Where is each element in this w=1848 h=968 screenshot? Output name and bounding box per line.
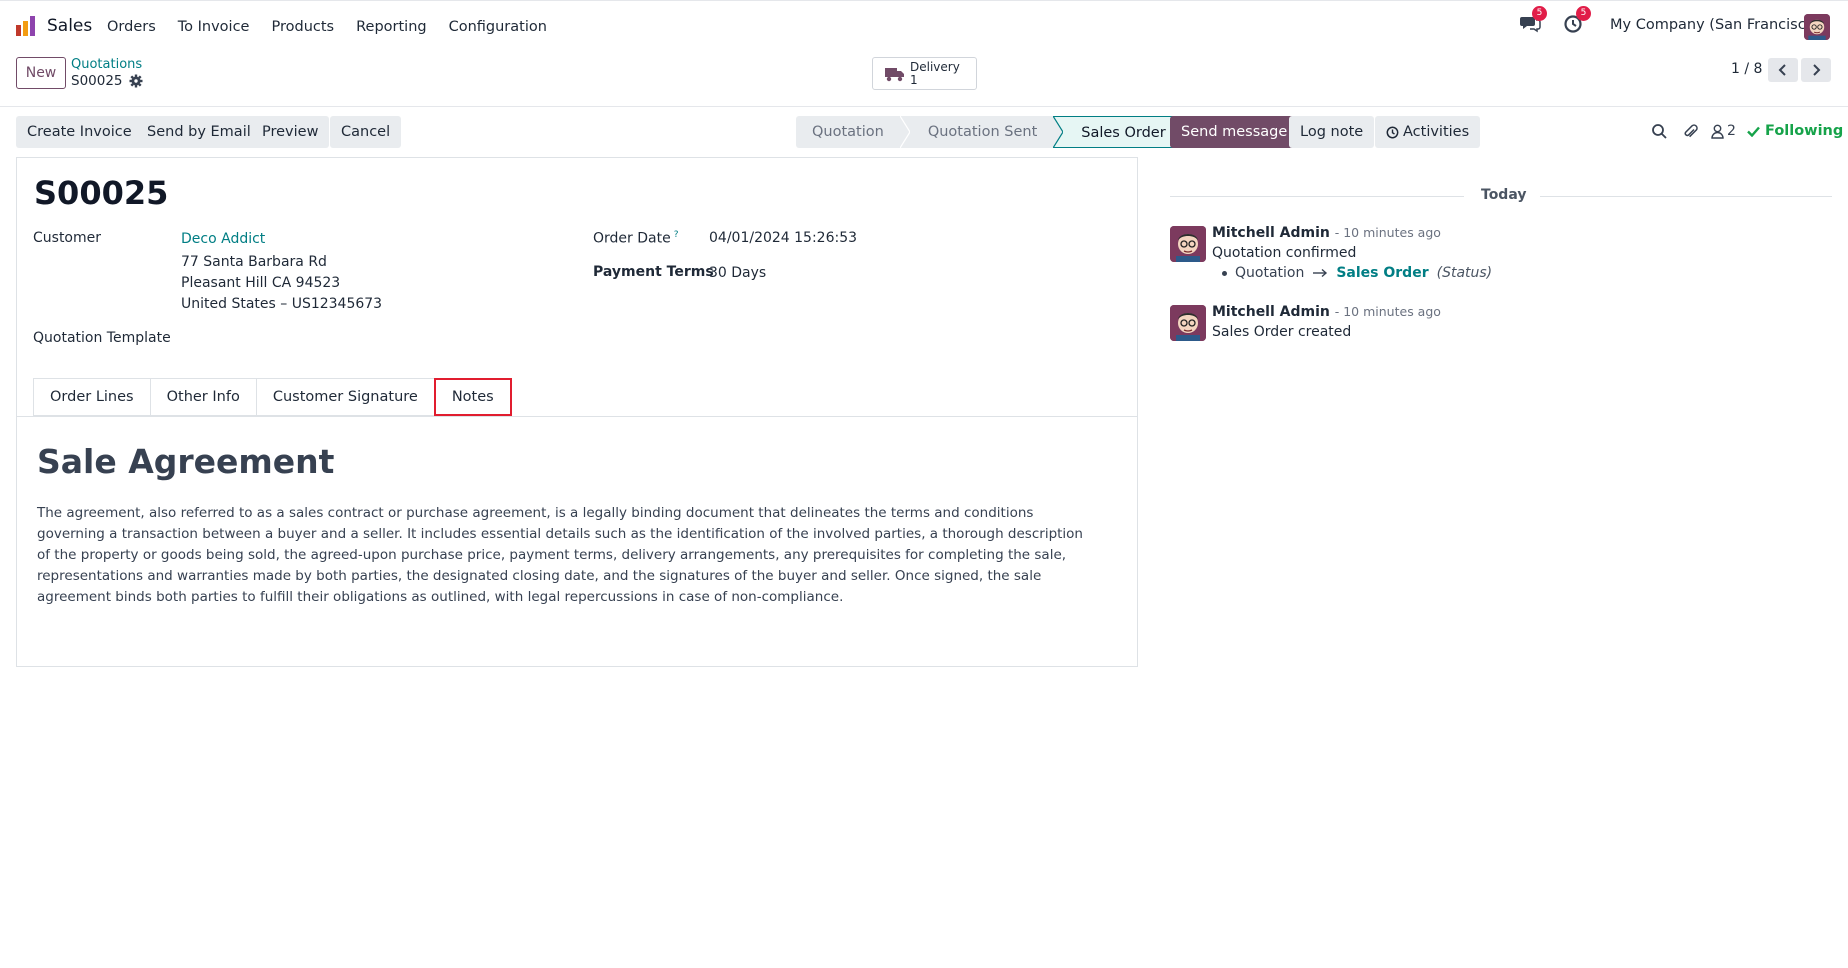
menu-item-configuration[interactable]: Configuration <box>449 19 547 35</box>
menu-item-reporting[interactable]: Reporting <box>356 19 427 35</box>
tracking-new-value: Sales Order <box>1336 265 1429 281</box>
delivery-count: 1 <box>910 73 918 87</box>
arrow-right-icon <box>1313 268 1328 278</box>
following-button[interactable]: Following <box>1747 123 1843 139</box>
pager-previous-button[interactable] <box>1768 58 1798 82</box>
create-invoice-button[interactable]: Create Invoice <box>16 116 143 148</box>
tracking-value: Quotation Sales Order (Status) <box>1222 265 1492 281</box>
date-separator-line-left <box>1170 196 1464 197</box>
customer-label: Customer <box>33 230 102 246</box>
stage-arrow <box>899 116 910 148</box>
top-menu: Orders To Invoice Products Reporting Con… <box>107 19 547 35</box>
tab-other-info[interactable]: Other Info <box>149 378 256 416</box>
menu-item-products[interactable]: Products <box>271 19 334 35</box>
send-by-email-button[interactable]: Send by Email <box>136 116 262 148</box>
activities-chatter-label: Activities <box>1403 124 1470 140</box>
tab-order-lines[interactable]: Order Lines <box>33 378 150 416</box>
activities-button[interactable]: 5 <box>1563 6 1591 34</box>
activities-chatter-button[interactable]: Activities <box>1375 116 1481 148</box>
date-separator: Today <box>1481 187 1527 203</box>
breadcrumb-quotations[interactable]: Quotations <box>71 57 142 72</box>
stage-arrow <box>1053 116 1064 148</box>
order-name: S00025 <box>34 174 169 212</box>
tracking-field: (Status) <box>1436 265 1493 281</box>
stage-sales-order-label: Sales Order <box>1081 125 1166 141</box>
followers-button[interactable]: 2 <box>1711 123 1736 139</box>
messages-badge: 5 <box>1532 6 1547 21</box>
pager-next-button[interactable] <box>1801 58 1831 82</box>
tab-notes[interactable]: Notes <box>433 378 512 416</box>
breadcrumb: S00025 <box>71 73 143 89</box>
breadcrumb-current: S00025 <box>71 73 123 89</box>
app-name[interactable]: Sales <box>47 16 92 36</box>
stage-quotation-sent[interactable]: Quotation Sent <box>899 116 1064 148</box>
user-avatar[interactable] <box>1804 14 1830 40</box>
message-time: - 10 minutes ago <box>1334 225 1441 240</box>
chevron-left-icon <box>1778 64 1786 76</box>
order-date-label-text: Order Date <box>593 230 671 247</box>
message-body: Quotation confirmed <box>1212 245 1357 261</box>
followers-count: 2 <box>1727 123 1736 139</box>
avatar-icon <box>1170 305 1206 341</box>
stage-sales-order[interactable]: Sales Order <box>1053 116 1183 148</box>
payment-terms-value[interactable]: 30 Days <box>709 265 766 281</box>
payment-terms-label: Payment Terms <box>593 264 714 280</box>
message-avatar[interactable] <box>1170 226 1206 262</box>
message-body: Sales Order created <box>1212 324 1352 340</box>
order-date-help-icon[interactable]: ? <box>674 230 679 240</box>
delivery-smart-button[interactable]: Delivery 1 <box>872 57 977 90</box>
order-date-label: Order Date? <box>593 230 678 247</box>
notes-body[interactable]: The agreement, also referred to as a sal… <box>37 503 1097 608</box>
customer-address-line1: 77 Santa Barbara Rd <box>181 254 327 270</box>
tracking-old-value: Quotation <box>1235 265 1305 281</box>
log-note-button[interactable]: Log note <box>1289 116 1375 148</box>
truck-icon <box>885 68 904 82</box>
customer-link[interactable]: Deco Addict <box>181 231 265 247</box>
send-message-button[interactable]: Send message <box>1170 116 1299 148</box>
message-time: - 10 minutes ago <box>1334 304 1441 319</box>
customer-address-line3: United States – US12345673 <box>181 296 383 312</box>
clock-small-icon <box>1386 126 1399 138</box>
tab-customer-signature[interactable]: Customer Signature <box>255 378 434 416</box>
avatar-icon <box>1804 14 1830 40</box>
gear-icon[interactable] <box>129 74 143 88</box>
message-author-name: Mitchell Admin <box>1212 304 1330 320</box>
stage-quotation[interactable]: Quotation <box>796 116 910 148</box>
check-icon <box>1747 126 1760 137</box>
message-author-name: Mitchell Admin <box>1212 225 1330 241</box>
bullet <box>1222 270 1227 276</box>
stage-quotation-sent-label: Quotation Sent <box>927 124 1038 140</box>
chevron-right-icon <box>1813 64 1821 76</box>
stage-quotation-label: Quotation <box>812 124 884 140</box>
message-author[interactable]: Mitchell Admin - 10 minutes ago <box>1212 225 1441 241</box>
delivery-label-group: Delivery 1 <box>910 61 960 87</box>
status-bar: Quotation Quotation Sent Sales Order <box>796 116 1183 148</box>
search-icon[interactable] <box>1651 123 1668 140</box>
message-avatar[interactable] <box>1170 305 1206 341</box>
activities-badge: 5 <box>1576 6 1591 21</box>
notebook-tabs: Order Lines Other Info Customer Signatur… <box>33 378 512 416</box>
notes-title[interactable]: Sale Agreement <box>37 442 334 481</box>
order-date-value[interactable]: 04/01/2024 15:26:53 <box>709 230 857 246</box>
preview-button[interactable]: Preview <box>251 116 330 148</box>
tab-divider <box>17 416 1137 417</box>
messages-button[interactable]: 5 <box>1519 6 1547 34</box>
pager-value[interactable]: 1 / 8 <box>1731 61 1762 77</box>
new-button[interactable]: New <box>16 57 66 89</box>
app-logo-icon[interactable] <box>15 15 37 37</box>
cancel-button[interactable]: Cancel <box>330 116 402 148</box>
following-label: Following <box>1765 123 1844 139</box>
date-separator-line-right <box>1540 196 1832 197</box>
message-author[interactable]: Mitchell Admin - 10 minutes ago <box>1212 304 1441 320</box>
user-icon <box>1711 124 1724 139</box>
paperclip-icon[interactable] <box>1682 123 1699 140</box>
form-sheet: S00025 Customer Deco Addict 77 Santa Bar… <box>16 157 1138 667</box>
customer-address-line2: Pleasant Hill CA 94523 <box>181 275 341 291</box>
company-switcher[interactable]: My Company (San Francisco) <box>1610 17 1820 33</box>
menu-item-orders[interactable]: Orders <box>107 19 156 35</box>
menu-item-to-invoice[interactable]: To Invoice <box>178 19 250 35</box>
quotation-template-label: Quotation Template <box>33 330 171 346</box>
avatar-icon <box>1170 226 1206 262</box>
control-panel-divider <box>0 106 1848 107</box>
